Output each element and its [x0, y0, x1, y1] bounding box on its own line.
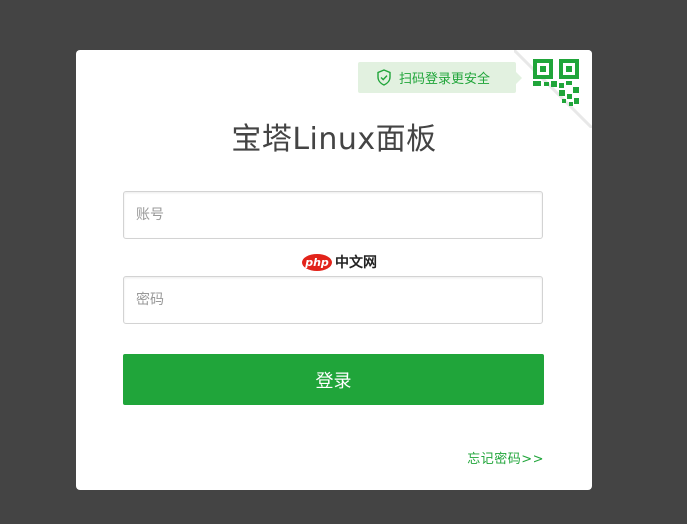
scan-tip-label: 扫码登录更安全 — [399, 72, 491, 87]
php-logo: php — [302, 253, 332, 271]
login-card: 扫码登录更安全 宝塔Linux面板 账号 php 中文网 登录 忘记密码>> — [76, 50, 592, 490]
shield-check-icon — [376, 69, 392, 86]
page-title: 宝塔Linux面板 — [231, 122, 437, 157]
php-cn-watermark: php 中文网 — [302, 252, 377, 272]
login-button[interactable]: 登录 — [123, 354, 544, 405]
forgot-password-link[interactable]: 忘记密码>> — [467, 448, 544, 467]
password-field-wrapper — [123, 276, 543, 324]
watermark-site-text: 中文网 — [335, 255, 377, 271]
username-input[interactable] — [124, 192, 542, 238]
scan-login-tip[interactable]: 扫码登录更安全 — [358, 62, 522, 93]
username-field-wrapper — [123, 191, 543, 239]
password-input[interactable] — [124, 277, 542, 323]
